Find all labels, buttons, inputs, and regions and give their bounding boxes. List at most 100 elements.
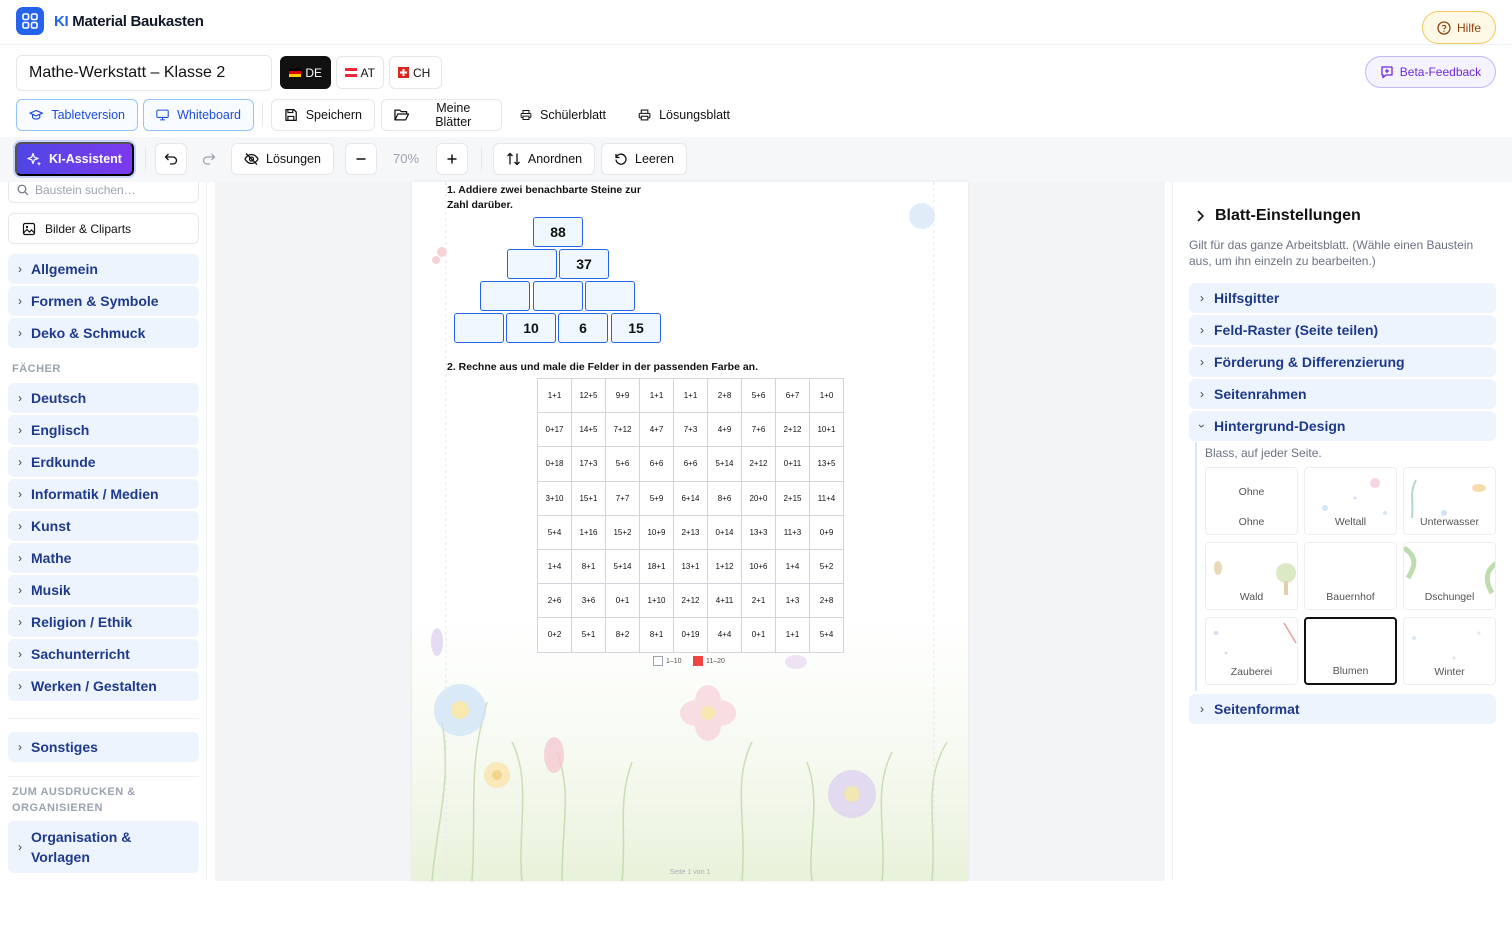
grid-cell[interactable]: 1+16 bbox=[571, 514, 606, 550]
grid-cell[interactable]: 17+3 bbox=[571, 446, 606, 482]
grid-cell[interactable]: 1+12 bbox=[707, 548, 742, 585]
grid-cell[interactable]: 1+0 bbox=[809, 377, 844, 414]
grid-cell[interactable]: 0+17 bbox=[537, 412, 572, 448]
background-tile-zauberei[interactable]: Zauberei bbox=[1205, 617, 1298, 685]
grid-cell[interactable]: 0+1 bbox=[605, 583, 640, 619]
settings-section-hilfsgitter[interactable]: › Hilfsgitter bbox=[1189, 283, 1496, 313]
grid-cell[interactable]: 0+9 bbox=[809, 514, 844, 550]
student-sheet-button[interactable]: Schülerblatt bbox=[507, 99, 619, 131]
sidebar-item-formen-symbole[interactable]: › Formen & Symbole bbox=[8, 286, 199, 316]
grid-cell[interactable]: 18+1 bbox=[639, 548, 674, 585]
grid-cell[interactable]: 2+1 bbox=[741, 583, 776, 619]
whiteboard-button[interactable]: Whiteboard bbox=[143, 99, 254, 131]
pyramid-brick[interactable] bbox=[480, 281, 530, 311]
background-tile-ohne[interactable]: Ohne Ohne bbox=[1205, 467, 1298, 535]
settings-section-seitenrahmen[interactable]: › Seitenrahmen bbox=[1189, 379, 1496, 409]
grid-cell[interactable]: 5+6 bbox=[605, 446, 640, 482]
settings-section-foerderung[interactable]: › Förderung & Differenzierung bbox=[1189, 347, 1496, 377]
grid-cell[interactable]: 9+9 bbox=[605, 377, 640, 414]
grid-cell[interactable]: 0+19 bbox=[673, 617, 708, 653]
images-cliparts-button[interactable]: Bilder & Cliparts bbox=[8, 213, 199, 244]
settings-section-feld-raster[interactable]: › Feld-Raster (Seite teilen) bbox=[1189, 315, 1496, 345]
grid-cell[interactable]: 15+1 bbox=[571, 480, 606, 516]
pyramid-brick[interactable]: 10 bbox=[506, 313, 556, 343]
grid-cell[interactable]: 2+13 bbox=[673, 514, 708, 550]
grid-cell[interactable]: 13+1 bbox=[673, 548, 708, 585]
color-by-number-grid[interactable]: 1+1 12+5 9+9 1+1 1+1 2+8 5+6 6+7 1+0 0+17 14+5 7+12… bbox=[537, 377, 844, 653]
grid-cell[interactable]: 1+1 bbox=[537, 377, 572, 414]
background-tile-weltall[interactable]: Weltall bbox=[1304, 467, 1397, 535]
grid-cell[interactable]: 10+1 bbox=[809, 412, 844, 448]
grid-cell[interactable]: 11+3 bbox=[775, 514, 810, 550]
grid-cell[interactable]: 7+3 bbox=[673, 412, 708, 448]
zoom-out-button[interactable] bbox=[345, 143, 377, 175]
grid-cell[interactable]: 7+7 bbox=[605, 480, 640, 516]
grid-cell[interactable]: 2+15 bbox=[775, 480, 810, 516]
zoom-in-button[interactable] bbox=[436, 143, 468, 175]
grid-cell[interactable]: 2+8 bbox=[707, 377, 742, 414]
save-button[interactable]: Speichern bbox=[271, 99, 375, 131]
settings-section-seitenformat[interactable]: › Seitenformat bbox=[1189, 694, 1496, 724]
worksheet-page[interactable]: 1. Addiere zwei benachbarte Steine zur Za… bbox=[412, 182, 968, 881]
country-ch-button[interactable]: CH bbox=[389, 56, 442, 89]
grid-cell[interactable]: 1+4 bbox=[775, 548, 810, 585]
task-1-heading[interactable]: 1. Addiere zwei benachbarte Steine zur Za… bbox=[447, 183, 641, 213]
grid-cell[interactable]: 8+1 bbox=[571, 548, 606, 585]
ai-assistant-button[interactable]: KI-Assistent bbox=[15, 142, 134, 176]
grid-cell[interactable]: 2+12 bbox=[741, 446, 776, 482]
sidebar-item-organisation-vorlagen[interactable]: › Organisation & Vorlagen bbox=[8, 821, 199, 873]
background-tile-dschungel[interactable]: Dschungel bbox=[1403, 542, 1496, 610]
grid-cell[interactable]: 1+3 bbox=[775, 583, 810, 619]
grid-cell[interactable]: 0+1 bbox=[741, 617, 776, 653]
background-tile-blumen[interactable]: Blumen bbox=[1304, 617, 1397, 685]
background-tile-bauernhof[interactable]: Bauernhof bbox=[1304, 542, 1397, 610]
grid-cell[interactable]: 14+5 bbox=[571, 412, 606, 448]
grid-cell[interactable]: 7+6 bbox=[741, 412, 776, 448]
pyramid-brick[interactable]: 37 bbox=[559, 249, 609, 279]
grid-cell[interactable]: 20+0 bbox=[741, 480, 776, 516]
sidebar-item-englisch[interactable]: › Englisch bbox=[8, 415, 199, 445]
sidebar-item-musik[interactable]: › Musik bbox=[8, 575, 199, 605]
sidebar-item-kunst[interactable]: › Kunst bbox=[8, 511, 199, 541]
grid-cell[interactable]: 5+4 bbox=[809, 617, 844, 653]
grid-cell[interactable]: 2+12 bbox=[775, 412, 810, 448]
arrange-button[interactable]: Anordnen bbox=[493, 143, 595, 175]
grid-cell[interactable]: 4+11 bbox=[707, 583, 742, 619]
grid-cell[interactable]: 3+10 bbox=[537, 480, 572, 516]
sidebar-item-werken-gestalten[interactable]: › Werken / Gestalten bbox=[8, 671, 199, 701]
background-tile-winter[interactable]: Winter bbox=[1403, 617, 1496, 685]
grid-cell[interactable]: 0+11 bbox=[775, 446, 810, 482]
pyramid-brick[interactable] bbox=[533, 281, 583, 311]
background-tile-unterwasser[interactable]: Unterwasser bbox=[1403, 467, 1496, 535]
grid-cell[interactable]: 6+6 bbox=[673, 446, 708, 482]
grid-cell[interactable]: 5+2 bbox=[809, 548, 844, 585]
component-search-input[interactable]: Baustein suchen… bbox=[8, 182, 199, 203]
sidebar-item-mathe[interactable]: › Mathe bbox=[8, 543, 199, 573]
grid-cell[interactable]: 0+14 bbox=[707, 514, 742, 550]
pyramid-brick[interactable] bbox=[454, 313, 504, 343]
sidebar-item-religion-ethik[interactable]: › Religion / Ethik bbox=[8, 607, 199, 637]
pyramid-brick[interactable]: 15 bbox=[611, 313, 661, 343]
country-at-button[interactable]: AT bbox=[336, 56, 384, 89]
sidebar-item-sonstiges[interactable]: › Sonstiges bbox=[8, 732, 199, 762]
redo-button[interactable] bbox=[193, 143, 225, 175]
sidebar-item-deko-schmuck[interactable]: › Deko & Schmuck bbox=[8, 318, 199, 348]
grid-cell[interactable]: 6+6 bbox=[639, 446, 674, 482]
grid-cell[interactable]: 7+12 bbox=[605, 412, 640, 448]
task-2-heading[interactable]: 2. Rechne aus und male die Felder in der… bbox=[447, 360, 758, 375]
my-sheets-button[interactable]: Meine Blätter bbox=[381, 99, 502, 131]
grid-cell[interactable]: 1+1 bbox=[673, 377, 708, 414]
grid-cell[interactable]: 2+12 bbox=[673, 583, 708, 619]
worksheet-title-input[interactable]: Mathe-Werkstatt – Klasse 2 bbox=[16, 55, 272, 91]
grid-cell[interactable]: 5+9 bbox=[639, 480, 674, 516]
chevron-right-icon[interactable] bbox=[1194, 209, 1206, 223]
pyramid-brick[interactable] bbox=[507, 249, 557, 279]
grid-cell[interactable]: 3+6 bbox=[571, 583, 606, 619]
grid-cell[interactable]: 8+6 bbox=[707, 480, 742, 516]
grid-cell[interactable]: 10+9 bbox=[639, 514, 674, 550]
sidebar-item-erdkunde[interactable]: › Erdkunde bbox=[8, 447, 199, 477]
sidebar-item-sachunterricht[interactable]: › Sachunterricht bbox=[8, 639, 199, 669]
pyramid-brick[interactable]: 6 bbox=[558, 313, 608, 343]
grid-cell[interactable]: 1+1 bbox=[775, 617, 810, 653]
grid-cell[interactable]: 5+14 bbox=[605, 548, 640, 585]
